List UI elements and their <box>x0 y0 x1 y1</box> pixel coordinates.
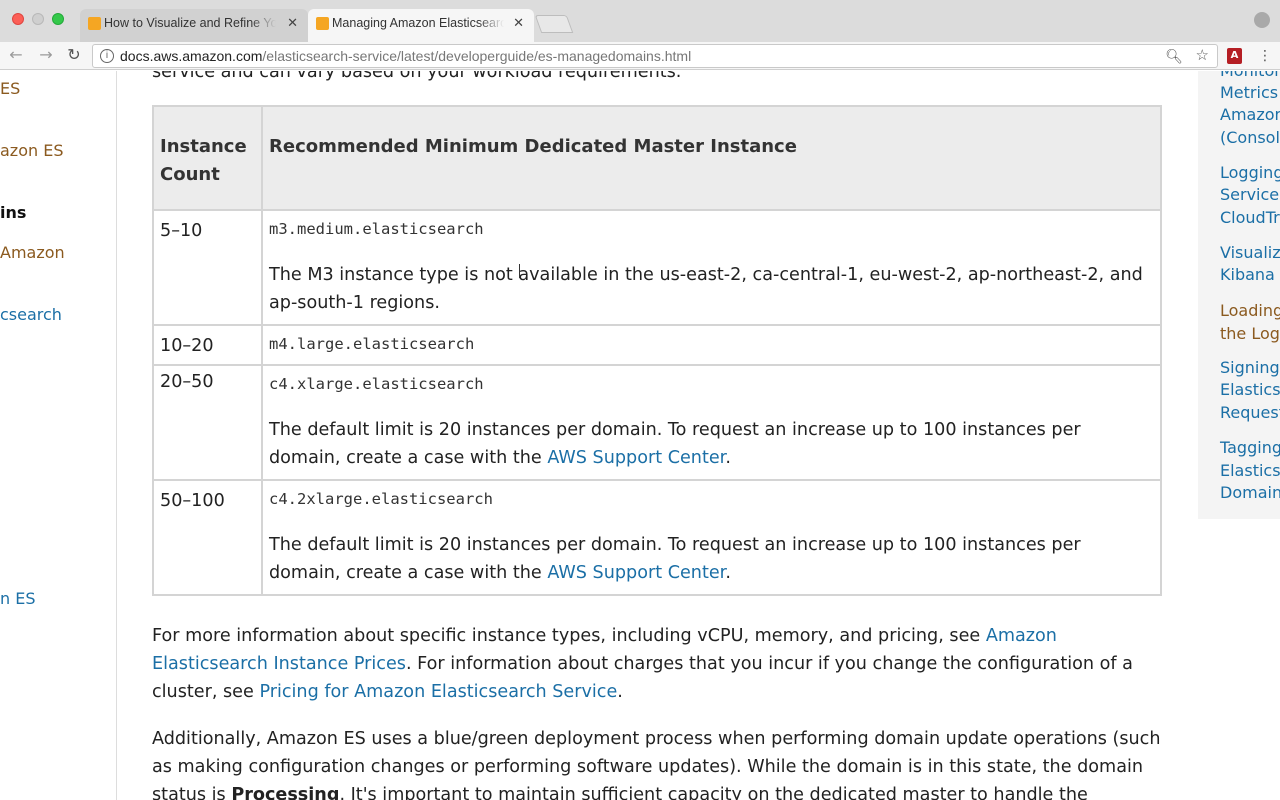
note-suffix: . <box>725 448 731 468</box>
right-nav-item[interactable]: Service <box>1220 184 1279 207</box>
right-nav-item[interactable]: Tagging <box>1220 437 1280 460</box>
instance-count-cell: 20–50 <box>152 364 263 481</box>
instance-type-cell: m3.medium.elasticsearch The M3 instance … <box>261 209 1162 326</box>
left-navigation: ES azon ES ins Amazon csearch n ES <box>0 71 117 800</box>
blue-green-paragraph: Additionally, Amazon ES uses a blue/gree… <box>152 725 1162 800</box>
close-window-button[interactable] <box>12 13 24 25</box>
right-nav-item[interactable]: CloudTr <box>1220 207 1280 230</box>
acrobat-extension-icon[interactable]: A <box>1227 48 1242 64</box>
new-tab-button[interactable] <box>534 15 574 33</box>
instance-pricing-paragraph: For more information about specific inst… <box>152 622 1162 706</box>
table-row: 50–100 c4.2xlarge.elasticsearch The defa… <box>152 479 1162 596</box>
table-row: 5–10 m3.medium.elasticsearch The M3 inst… <box>152 209 1162 326</box>
reload-icon[interactable]: ↻ <box>64 45 84 65</box>
right-nav-item[interactable]: Logging <box>1220 162 1280 185</box>
left-nav-item[interactable]: n ES <box>0 589 36 608</box>
right-nav-item[interactable]: Request <box>1220 402 1280 425</box>
table-row: 10–20 m4.large.elasticsearch <box>152 324 1162 366</box>
tab-managing-elasticsearch[interactable]: Managing Amazon Elasticsearc ✕ <box>308 9 534 42</box>
instance-type-code: c4.2xlarge.elasticsearch <box>269 490 493 508</box>
close-tab-icon[interactable]: ✕ <box>513 9 524 37</box>
bookmark-star-icon[interactable]: ☆ <box>1196 45 1209 67</box>
para-text: For more information about specific inst… <box>152 626 986 646</box>
column-header-recommended-instance: Recommended Minimum Dedicated Master Ins… <box>261 105 1162 211</box>
column-header-instance-count: Instance Count <box>152 105 263 211</box>
left-nav-item[interactable]: ES <box>0 79 20 98</box>
text-cursor-icon <box>519 264 525 278</box>
aws-support-center-link[interactable]: AWS Support Center <box>547 448 725 468</box>
right-nav-item[interactable]: Signing <box>1220 357 1280 380</box>
instance-count-cell: 50–100 <box>152 479 263 596</box>
left-nav-item[interactable]: Amazon <box>0 243 65 262</box>
right-nav-item[interactable]: Visualiz <box>1220 242 1280 265</box>
para-text: . <box>617 682 623 702</box>
url-path: /elasticsearch-service/latest/developerg… <box>262 48 692 64</box>
url-text[interactable]: docs.aws.amazon.com/elasticsearch-servic… <box>120 45 691 67</box>
instance-count: 20–50 <box>160 372 214 392</box>
right-nav-item[interactable]: the Logs <box>1220 323 1280 346</box>
instance-type-cell: m4.large.elasticsearch <box>261 324 1162 366</box>
instance-count-cell: 10–20 <box>152 324 263 366</box>
tab-title: How to Visualize and Refine Yo <box>104 16 276 30</box>
right-nav-item[interactable]: Kibana <box>1220 264 1275 287</box>
instance-type-code: m3.medium.elasticsearch <box>269 220 484 238</box>
right-nav-item[interactable]: Monitor <box>1220 71 1280 83</box>
master-instance-table: Instance Count Recommended Minimum Dedic… <box>152 105 1162 596</box>
address-bar[interactable]: i docs.aws.amazon.com/elasticsearch-serv… <box>92 44 1218 68</box>
tab-strip: How to Visualize and Refine Yo ✕ Managin… <box>0 0 1280 42</box>
maximize-window-button[interactable] <box>52 13 64 25</box>
instance-count-cell: 5–10 <box>152 209 263 326</box>
minimize-window-button[interactable] <box>32 13 44 25</box>
instance-type-cell: c4.2xlarge.elasticsearch The default lim… <box>261 479 1162 596</box>
right-nav-item[interactable]: Domain <box>1220 482 1280 505</box>
tab-title: Managing Amazon Elasticsearc <box>332 16 504 30</box>
instance-note: The default limit is 20 instances per do… <box>269 531 1154 593</box>
page-viewport: ES azon ES ins Amazon csearch n ES servi… <box>0 71 1280 800</box>
instance-type-code: m4.large.elasticsearch <box>269 335 475 353</box>
note-suffix: . <box>725 563 731 583</box>
table-row: 20–50 c4.xlarge.elasticsearch The defaul… <box>152 364 1162 481</box>
instance-note: The default limit is 20 instances per do… <box>269 416 1154 478</box>
previous-paragraph-line: service and can vary based on your workl… <box>152 71 682 82</box>
left-nav-item-current[interactable]: ins <box>0 203 26 222</box>
instance-count: 5–10 <box>160 221 203 241</box>
right-nav-item[interactable]: Loading <box>1220 300 1280 323</box>
aws-favicon-icon <box>88 17 101 30</box>
table-header-row: Instance Count Recommended Minimum Dedic… <box>152 105 1162 211</box>
back-arrow-icon[interactable]: ← <box>6 45 26 65</box>
close-tab-icon[interactable]: ✕ <box>287 9 298 37</box>
left-nav-item[interactable]: azon ES <box>0 141 63 160</box>
right-navigation: Monitor Metrics Amazon (Console Logging … <box>1198 71 1280 519</box>
url-host: docs.aws.amazon.com <box>120 48 263 64</box>
instance-type-code: c4.xlarge.elasticsearch <box>269 375 484 393</box>
right-nav-item[interactable]: Metrics <box>1220 82 1278 105</box>
forward-arrow-icon[interactable]: → <box>36 45 56 65</box>
instance-note: The M3 instance type is not available in… <box>269 265 1143 313</box>
pricing-link[interactable]: Pricing for Amazon Elasticsearch Service <box>259 682 617 702</box>
left-nav-item[interactable]: csearch <box>0 305 62 324</box>
browser-menu-icon[interactable]: ⋮ <box>1258 46 1272 66</box>
zoom-icon[interactable]: 🔍︎ <box>1165 45 1183 67</box>
profile-icon[interactable] <box>1254 12 1270 28</box>
right-nav-item[interactable]: Elasticse <box>1220 460 1280 483</box>
processing-status-text: Processing <box>231 785 340 800</box>
aws-support-center-link[interactable]: AWS Support Center <box>547 563 725 583</box>
instance-type-cell: c4.xlarge.elasticsearch The default limi… <box>261 364 1162 481</box>
aws-favicon-icon <box>316 17 329 30</box>
instance-count: 50–100 <box>160 491 225 511</box>
right-nav-item[interactable]: (Console <box>1220 127 1280 150</box>
tab-visualize-refine[interactable]: How to Visualize and Refine Yo ✕ <box>80 9 308 42</box>
right-nav-item[interactable]: Elasticse <box>1220 379 1280 402</box>
right-nav-item[interactable]: Amazon <box>1220 104 1280 127</box>
instance-count: 10–20 <box>160 336 214 356</box>
info-icon[interactable]: i <box>100 49 114 63</box>
browser-toolbar: ← → ↻ i docs.aws.amazon.com/elasticsearc… <box>0 42 1280 70</box>
